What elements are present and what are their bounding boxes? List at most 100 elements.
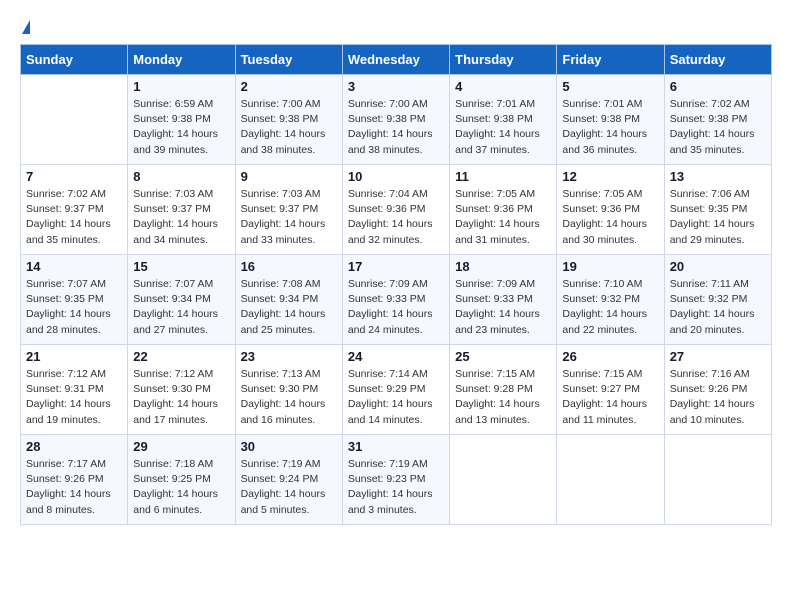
day-number: 10 (348, 169, 444, 184)
week-row-4: 28 Sunrise: 7:17 AMSunset: 9:26 PMDayligh… (21, 435, 772, 525)
day-cell: 12 Sunrise: 7:05 AMSunset: 9:36 PMDayligh… (557, 165, 664, 255)
daylight-line2: and 28 minutes. (26, 323, 122, 338)
daylight-line: Daylight: 14 hours (348, 127, 444, 142)
daylight-line: Daylight: 14 hours (348, 217, 444, 232)
daylight-line2: and 19 minutes. (26, 413, 122, 428)
daylight-line: Daylight: 14 hours (133, 307, 229, 322)
calendar-table: SundayMondayTuesdayWednesdayThursdayFrid… (20, 44, 772, 525)
sunset-line: Sunset: 9:25 PM (133, 472, 229, 487)
sunrise-line: Sunrise: 7:03 AM (241, 187, 337, 202)
cell-info: Sunrise: 7:00 AMSunset: 9:38 PMDaylight:… (348, 97, 444, 158)
cell-info: Sunrise: 7:19 AMSunset: 9:23 PMDaylight:… (348, 457, 444, 518)
day-number: 13 (670, 169, 766, 184)
day-cell: 3 Sunrise: 7:00 AMSunset: 9:38 PMDaylight… (342, 75, 449, 165)
day-number: 14 (26, 259, 122, 274)
day-cell: 22Sunrise: 7:12 AMSunset: 9:30 PMDayligh… (128, 345, 235, 435)
day-number: 18 (455, 259, 551, 274)
day-number: 1 (133, 79, 229, 94)
daylight-line2: and 17 minutes. (133, 413, 229, 428)
daylight-line2: and 39 minutes. (133, 143, 229, 158)
day-cell: 9Sunrise: 7:03 AMSunset: 9:37 PMDaylight… (235, 165, 342, 255)
day-number: 16 (241, 259, 337, 274)
day-number: 20 (670, 259, 766, 274)
daylight-line: Daylight: 14 hours (670, 127, 766, 142)
daylight-line: Daylight: 14 hours (348, 487, 444, 502)
sunrise-line: Sunrise: 7:00 AM (348, 97, 444, 112)
sunset-line: Sunset: 9:33 PM (348, 292, 444, 307)
daylight-line: Daylight: 14 hours (133, 487, 229, 502)
sunrise-line: Sunrise: 7:19 AM (348, 457, 444, 472)
cell-info: Sunrise: 7:18 AMSunset: 9:25 PMDaylight:… (133, 457, 229, 518)
daylight-line2: and 29 minutes. (670, 233, 766, 248)
cell-info: Sunrise: 7:02 AMSunset: 9:37 PMDaylight:… (26, 187, 122, 248)
week-row-1: 7Sunrise: 7:02 AMSunset: 9:37 PMDaylight… (21, 165, 772, 255)
day-cell: 10 Sunrise: 7:04 AMSunset: 9:36 PMDayligh… (342, 165, 449, 255)
daylight-line2: and 23 minutes. (455, 323, 551, 338)
daylight-line: Daylight: 14 hours (562, 217, 658, 232)
daylight-line2: and 5 minutes. (241, 503, 337, 518)
sunset-line: Sunset: 9:38 PM (455, 112, 551, 127)
page-header (20, 20, 772, 34)
daylight-line: Daylight: 14 hours (562, 127, 658, 142)
day-cell: 5Sunrise: 7:01 AMSunset: 9:38 PMDaylight… (557, 75, 664, 165)
daylight-line2: and 13 minutes. (455, 413, 551, 428)
sunset-line: Sunset: 9:38 PM (133, 112, 229, 127)
sunset-line: Sunset: 9:31 PM (26, 382, 122, 397)
cell-info: Sunrise: 7:02 AMSunset: 9:38 PMDaylight:… (670, 97, 766, 158)
day-cell: 19 Sunrise: 7:10 AMSunset: 9:32 PMDayligh… (557, 255, 664, 345)
day-number: 23 (241, 349, 337, 364)
sunrise-line: Sunrise: 7:07 AM (133, 277, 229, 292)
daylight-line2: and 25 minutes. (241, 323, 337, 338)
daylight-line: Daylight: 14 hours (562, 397, 658, 412)
day-cell: 28 Sunrise: 7:17 AMSunset: 9:26 PMDayligh… (21, 435, 128, 525)
day-cell: 18Sunrise: 7:09 AMSunset: 9:33 PMDayligh… (450, 255, 557, 345)
daylight-line2: and 30 minutes. (562, 233, 658, 248)
daylight-line: Daylight: 14 hours (562, 307, 658, 322)
day-number: 19 (562, 259, 658, 274)
daylight-line2: and 32 minutes. (348, 233, 444, 248)
cell-info: Sunrise: 7:05 AMSunset: 9:36 PMDaylight:… (562, 187, 658, 248)
sunset-line: Sunset: 9:36 PM (348, 202, 444, 217)
day-number: 28 (26, 439, 122, 454)
sunset-line: Sunset: 9:26 PM (26, 472, 122, 487)
sunrise-line: Sunrise: 7:05 AM (562, 187, 658, 202)
sunset-line: Sunset: 9:37 PM (133, 202, 229, 217)
cell-info: Sunrise: 7:19 AMSunset: 9:24 PMDaylight:… (241, 457, 337, 518)
day-number: 17 (348, 259, 444, 274)
daylight-line: Daylight: 14 hours (26, 397, 122, 412)
cell-info: Sunrise: 7:10 AMSunset: 9:32 PMDaylight:… (562, 277, 658, 338)
sunrise-line: Sunrise: 7:05 AM (455, 187, 551, 202)
cell-info: Sunrise: 7:03 AMSunset: 9:37 PMDaylight:… (133, 187, 229, 248)
day-header-thursday: Thursday (450, 45, 557, 75)
day-number: 11 (455, 169, 551, 184)
cell-info: Sunrise: 7:00 AMSunset: 9:38 PMDaylight:… (241, 97, 337, 158)
cell-info: Sunrise: 7:04 AMSunset: 9:36 PMDaylight:… (348, 187, 444, 248)
day-number: 12 (562, 169, 658, 184)
day-number: 15 (133, 259, 229, 274)
daylight-line2: and 8 minutes. (26, 503, 122, 518)
daylight-line: Daylight: 14 hours (348, 307, 444, 322)
cell-info: Sunrise: 7:01 AMSunset: 9:38 PMDaylight:… (455, 97, 551, 158)
sunrise-line: Sunrise: 7:13 AM (241, 367, 337, 382)
day-number: 3 (348, 79, 444, 94)
sunset-line: Sunset: 9:38 PM (562, 112, 658, 127)
cell-info: Sunrise: 7:17 AMSunset: 9:26 PMDaylight:… (26, 457, 122, 518)
sunrise-line: Sunrise: 7:03 AM (133, 187, 229, 202)
daylight-line2: and 36 minutes. (562, 143, 658, 158)
sunset-line: Sunset: 9:36 PM (455, 202, 551, 217)
daylight-line: Daylight: 14 hours (241, 487, 337, 502)
daylight-line2: and 14 minutes. (348, 413, 444, 428)
sunset-line: Sunset: 9:37 PM (26, 202, 122, 217)
cell-info: Sunrise: 7:12 AMSunset: 9:30 PMDaylight:… (133, 367, 229, 428)
week-row-0: 1 Sunrise: 6:59 AMSunset: 9:38 PMDaylight… (21, 75, 772, 165)
day-number: 24 (348, 349, 444, 364)
day-cell: 13Sunrise: 7:06 AMSunset: 9:35 PMDayligh… (664, 165, 771, 255)
daylight-line2: and 37 minutes. (455, 143, 551, 158)
cell-info: Sunrise: 6:59 AMSunset: 9:38 PMDaylight:… (133, 97, 229, 158)
day-header-friday: Friday (557, 45, 664, 75)
day-header-wednesday: Wednesday (342, 45, 449, 75)
sunset-line: Sunset: 9:30 PM (133, 382, 229, 397)
daylight-line2: and 16 minutes. (241, 413, 337, 428)
sunrise-line: Sunrise: 7:01 AM (562, 97, 658, 112)
cell-info: Sunrise: 7:08 AMSunset: 9:34 PMDaylight:… (241, 277, 337, 338)
